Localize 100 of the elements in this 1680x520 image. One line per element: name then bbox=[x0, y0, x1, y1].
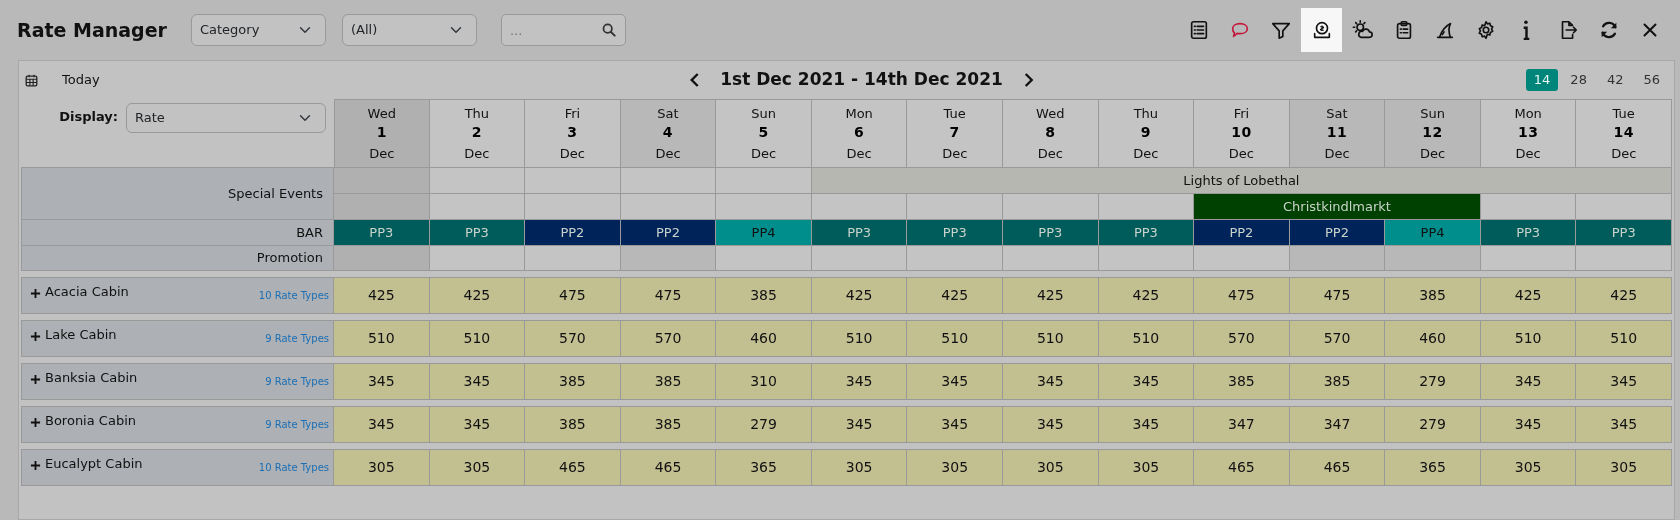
expand-icon[interactable] bbox=[30, 374, 41, 386]
rate-cell: 385 bbox=[1385, 277, 1481, 313]
day-number: 8 bbox=[1044, 122, 1057, 142]
rate-cell: 345 bbox=[1576, 406, 1672, 442]
rate-cell: 425 bbox=[907, 277, 1003, 313]
rate-cell: 385 bbox=[1289, 363, 1386, 399]
day-number: 9 bbox=[1139, 122, 1152, 142]
rate-cell: 425 bbox=[1480, 277, 1577, 313]
day-number: 11 bbox=[1325, 122, 1349, 142]
rate-cell: 510 bbox=[334, 320, 430, 356]
day-name: Mon bbox=[844, 105, 874, 123]
coin-hand-button[interactable] bbox=[1301, 8, 1342, 52]
rate-plan-cell: PP2 bbox=[1194, 219, 1290, 245]
rate-plan-cell: PP3 bbox=[1003, 219, 1099, 245]
row-label: BAR bbox=[21, 219, 334, 245]
day-name: Tue bbox=[1611, 105, 1636, 123]
rate-cell: 510 bbox=[1003, 320, 1099, 356]
day-number: 4 bbox=[661, 122, 675, 142]
rate-cell: 510 bbox=[429, 320, 526, 356]
expand-icon[interactable] bbox=[30, 417, 41, 429]
day-number: 13 bbox=[1516, 122, 1540, 142]
rate-cell: 475 bbox=[1289, 277, 1386, 313]
rate-cell: 460 bbox=[716, 320, 812, 356]
month-label: Dec bbox=[1514, 145, 1542, 163]
period-button[interactable]: 56 bbox=[1635, 69, 1668, 91]
rate-plan-cell: PP3 bbox=[907, 219, 1003, 245]
rate-cell: 425 bbox=[429, 277, 526, 313]
rate-cell: 465 bbox=[1289, 449, 1386, 485]
day-name: Thu bbox=[463, 105, 491, 123]
calendar-icon[interactable] bbox=[25, 73, 38, 87]
rate-cell: 510 bbox=[1480, 320, 1577, 356]
event-bar: Lights of Lobethal bbox=[811, 167, 1672, 193]
rate-plan-cell: PP2 bbox=[620, 219, 717, 245]
page-title: Rate Manager bbox=[17, 17, 167, 43]
rate-cell: 305 bbox=[1098, 449, 1195, 485]
rate-cell: 460 bbox=[1385, 320, 1481, 356]
rate-cell: 345 bbox=[811, 406, 908, 442]
expand-icon[interactable] bbox=[30, 331, 41, 343]
room-name: Boronia Cabin bbox=[45, 412, 136, 430]
month-label: Dec bbox=[558, 145, 586, 163]
rate-cell: 475 bbox=[620, 277, 717, 313]
scope-select[interactable]: (All) bbox=[341, 14, 477, 46]
month-label: Dec bbox=[1132, 145, 1160, 163]
display-select[interactable]: Rate bbox=[126, 103, 326, 133]
rate-cell: 345 bbox=[1003, 406, 1099, 442]
next-icon[interactable] bbox=[1022, 72, 1035, 88]
month-label: Dec bbox=[1323, 145, 1351, 163]
rate-cell: 345 bbox=[907, 363, 1003, 399]
rate-cell: 510 bbox=[1098, 320, 1195, 356]
rate-cell: 345 bbox=[1098, 406, 1195, 442]
rate-cell: 385 bbox=[716, 277, 812, 313]
day-number: 3 bbox=[566, 122, 579, 142]
rate-cell: 279 bbox=[1385, 363, 1481, 399]
rate-plan-cell: PP2 bbox=[525, 219, 621, 245]
rate-cell: 345 bbox=[1003, 363, 1099, 399]
rate-cell: 345 bbox=[1098, 363, 1195, 399]
period-button[interactable]: 14 bbox=[1525, 69, 1559, 91]
expand-icon[interactable] bbox=[30, 288, 41, 300]
today-button[interactable]: Today bbox=[62, 70, 100, 90]
rate-cell: 310 bbox=[716, 363, 812, 399]
room-name: Lake Cabin bbox=[45, 326, 117, 344]
date-range: 1st Dec 2021 - 14th Dec 2021 bbox=[720, 68, 1003, 92]
day-name: Fri bbox=[1232, 105, 1251, 123]
room-name: Eucalypt Cabin bbox=[45, 455, 143, 473]
month-label: Dec bbox=[1036, 145, 1064, 163]
room-name: Banksia Cabin bbox=[45, 369, 138, 387]
day-name: Sun bbox=[1419, 105, 1446, 123]
day-number: 7 bbox=[948, 122, 961, 142]
previous-icon[interactable] bbox=[688, 72, 701, 88]
expand-icon[interactable] bbox=[30, 460, 41, 472]
rate-cell: 345 bbox=[1480, 406, 1577, 442]
rate-cell: 425 bbox=[1098, 277, 1195, 313]
rate-cell: 345 bbox=[429, 363, 526, 399]
rate-cell: 475 bbox=[525, 277, 621, 313]
rate-plan-cell: PP3 bbox=[811, 219, 908, 245]
day-number: 10 bbox=[1230, 122, 1253, 142]
rate-plan-cell: PP4 bbox=[1385, 219, 1481, 245]
rate-cell: 345 bbox=[811, 363, 908, 399]
rate-cell: 305 bbox=[1576, 449, 1672, 485]
rate-plan-cell: PP3 bbox=[334, 219, 430, 245]
display-label: Display: bbox=[59, 108, 118, 126]
rate-cell: 570 bbox=[1289, 320, 1386, 356]
rate-cell: 347 bbox=[1194, 406, 1290, 442]
rate-plan-cell: PP3 bbox=[429, 219, 526, 245]
rate-cell: 510 bbox=[907, 320, 1003, 356]
day-number: 2 bbox=[470, 122, 483, 142]
rate-cell: 365 bbox=[1385, 449, 1481, 485]
period-button[interactable]: 42 bbox=[1598, 69, 1632, 91]
day-number: 5 bbox=[757, 122, 770, 142]
search-icon bbox=[601, 23, 616, 37]
rate-cell: 305 bbox=[334, 449, 430, 485]
event-bar: Christkindlmarkt bbox=[1194, 193, 1481, 219]
period-button[interactable]: 28 bbox=[1562, 69, 1595, 91]
month-label: Dec bbox=[1610, 145, 1638, 163]
month-label: Dec bbox=[654, 145, 682, 163]
search-field[interactable]: ... bbox=[500, 14, 626, 46]
rate-cell: 385 bbox=[525, 363, 621, 399]
category-select[interactable]: Category bbox=[190, 14, 326, 46]
day-name: Wed bbox=[366, 105, 397, 123]
rate-cell: 425 bbox=[334, 277, 430, 313]
